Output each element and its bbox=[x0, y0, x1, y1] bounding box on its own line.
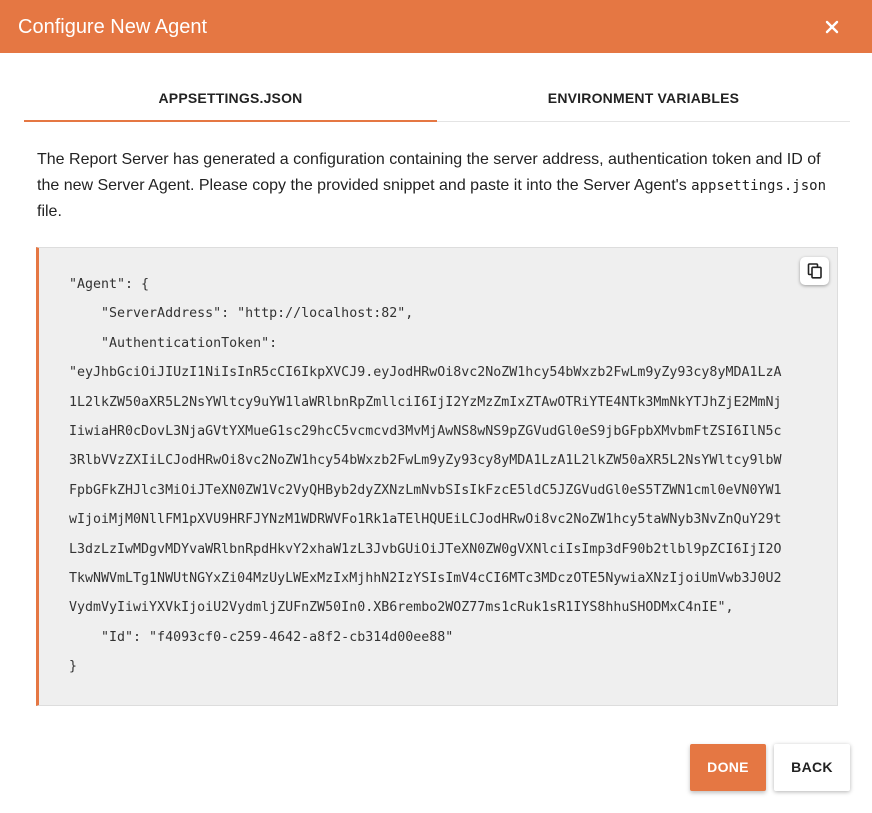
instructions-text-end: file. bbox=[37, 203, 62, 220]
close-icon bbox=[825, 20, 839, 34]
appsettings-filename: appsettings.json bbox=[691, 178, 826, 194]
code-line: } bbox=[69, 659, 78, 675]
dialog-title-bar: Configure New Agent bbox=[0, 0, 872, 53]
done-button[interactable]: DONE bbox=[690, 744, 766, 791]
code-line: "eyJhbGciOiJIUzI1NiIsInR5cCI6IkpXVCJ9.ey… bbox=[69, 365, 782, 381]
instructions-text: The Report Server has generated a config… bbox=[37, 147, 837, 225]
code-line: VydmVyIiwiYXVkIjoiU2VydmljZUFnZW50In0.XB… bbox=[69, 600, 734, 616]
close-button[interactable] bbox=[822, 17, 842, 37]
code-line: IiwiaHR0cDovL3NjaGVtYXMueG1sc29hcC5vcmcv… bbox=[69, 424, 782, 440]
tab-bar: APPSETTINGS.JSON ENVIRONMENT VARIABLES bbox=[24, 75, 850, 122]
code-line: wIjoiMjM0NllFM1pXVU9HRFJYNzM1WDRWVFo1Rk1… bbox=[69, 512, 782, 528]
code-line: FpbGFkZHJlc3MiOiJTeXN0ZW1Vc2VyQHByb2dyZX… bbox=[69, 482, 782, 498]
code-line: TkwNWVmLTg1NWUtNGYxZi04MzUyLWExMzIxMjhhN… bbox=[69, 571, 782, 587]
code-line: 3RlbVVzZXIiLCJodHRwOi8vc2NoZW1hcy54bWxzb… bbox=[69, 453, 782, 469]
code-line: 1L2lkZW50aXR5L2NsYWltcy9uYW1laWRlbnRpZml… bbox=[69, 394, 782, 410]
code-line: "Id": "f4093cf0-c259-4642-a8f2-cb314d00e… bbox=[69, 629, 454, 645]
configure-agent-dialog: Configure New Agent APPSETTINGS.JSON ENV… bbox=[0, 0, 872, 813]
config-snippet-box: "Agent": { "ServerAddress": "http://loca… bbox=[36, 247, 838, 706]
config-snippet[interactable]: "Agent": { "ServerAddress": "http://loca… bbox=[69, 270, 781, 682]
copy-icon bbox=[807, 263, 822, 279]
code-line: "ServerAddress": "http://localhost:82", bbox=[69, 306, 414, 322]
dialog-title: Configure New Agent bbox=[18, 16, 208, 38]
code-line: "AuthenticationToken": bbox=[69, 335, 278, 351]
tab-environment-variables[interactable]: ENVIRONMENT VARIABLES bbox=[437, 75, 850, 121]
code-line: "Agent": { bbox=[69, 277, 150, 292]
code-line: L3dzLzIwMDgvMDYvaWRlbnRpdHkvY2xhaW1zL3Jv… bbox=[69, 541, 782, 557]
copy-button[interactable] bbox=[800, 257, 829, 285]
back-button[interactable]: BACK bbox=[774, 744, 850, 791]
tab-appsettings-json[interactable]: APPSETTINGS.JSON bbox=[24, 75, 437, 122]
